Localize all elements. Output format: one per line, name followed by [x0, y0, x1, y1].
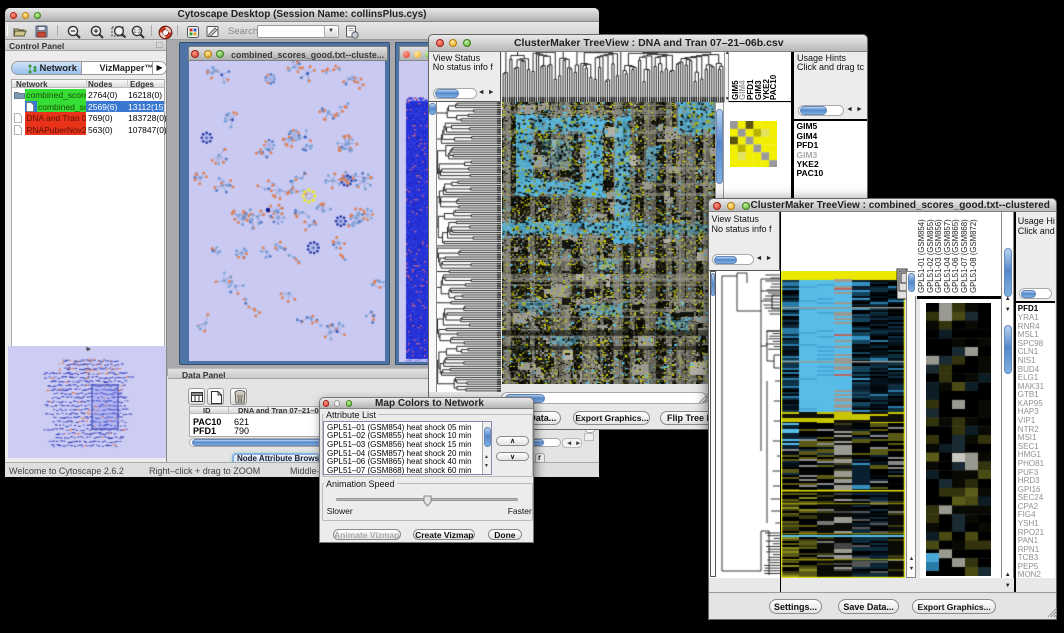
svg-text:1:1: 1:1	[134, 29, 141, 35]
